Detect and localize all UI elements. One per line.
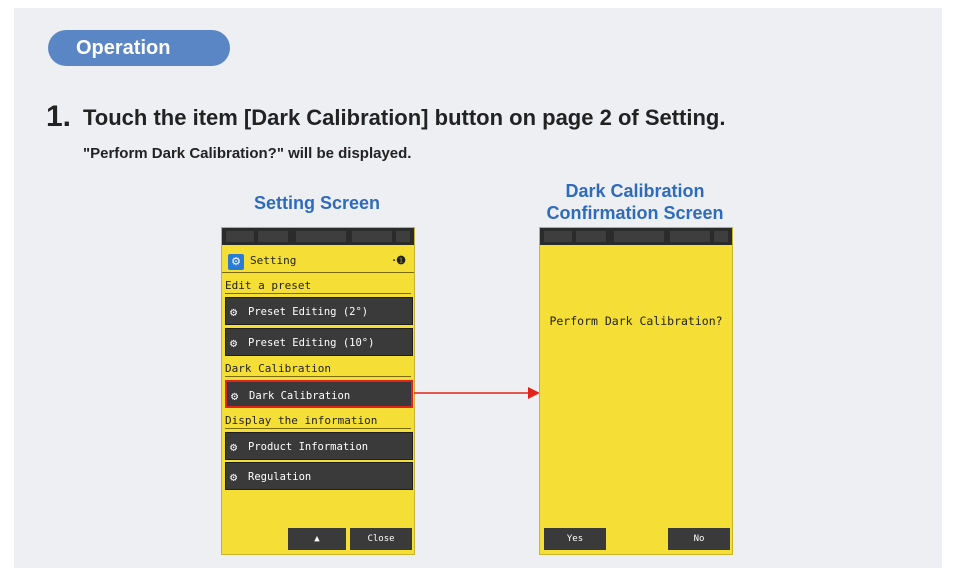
confirm-caption-line1: Dark Calibration <box>565 181 705 201</box>
section-edit-preset: Edit a preset <box>225 278 411 294</box>
section-dark-calibration: Dark Calibration <box>225 361 411 377</box>
button-label: Product Information <box>248 441 369 453</box>
dark-calibration-button[interactable]: ⚙ Dark Calibration <box>225 380 413 408</box>
yes-button[interactable]: Yes <box>544 528 606 550</box>
setting-header: ⚙ Setting ·❶ <box>222 251 414 273</box>
button-label: Regulation <box>248 471 312 483</box>
gear-icon: ⚙ <box>231 389 239 403</box>
gear-icon: ⚙ <box>230 336 238 350</box>
step-title: Touch the item [Dark Calibration] button… <box>83 105 726 130</box>
regulation-button[interactable]: ⚙ Regulation <box>225 462 413 490</box>
preset-editing-2-button[interactable]: ⚙ Preset Editing (2°) <box>225 297 413 325</box>
page-up-button[interactable]: ▲ <box>288 528 346 550</box>
content-panel <box>14 8 942 568</box>
gear-icon: ⚙ <box>230 440 238 454</box>
arrow-right-icon <box>414 387 540 399</box>
gear-icon: ⚙ <box>230 305 238 319</box>
setting-header-title: Setting <box>250 254 297 267</box>
button-label: Dark Calibration <box>249 390 351 402</box>
section-display-info: Display the information <box>225 413 411 429</box>
setting-screen-caption: Setting Screen <box>253 193 381 213</box>
confirm-caption-line2: Confirmation Screen <box>546 203 724 223</box>
step-subtitle: "Perform Dark Calibration?" will be disp… <box>83 145 412 162</box>
close-button[interactable]: Close <box>350 528 412 550</box>
setting-screen: ⚙ Setting ·❶ Edit a preset ⚙ Preset Edit… <box>221 227 415 555</box>
confirm-message: Perform Dark Calibration? <box>549 314 723 328</box>
button-label: Preset Editing (2°) <box>248 306 369 318</box>
operation-badge: Operation <box>48 30 230 66</box>
step-number: 1. <box>46 100 72 133</box>
help-icon[interactable]: ·❶ <box>392 254 406 267</box>
status-bar <box>540 228 732 245</box>
status-bar <box>222 228 414 245</box>
setting-icon: ⚙ <box>228 254 244 270</box>
preset-editing-10-button[interactable]: ⚙ Preset Editing (10°) <box>225 328 413 356</box>
product-information-button[interactable]: ⚙ Product Information <box>225 432 413 460</box>
no-button[interactable]: No <box>668 528 730 550</box>
button-label: Preset Editing (10°) <box>248 337 375 349</box>
confirm-screen: Perform Dark Calibration? Yes No <box>539 227 733 555</box>
gear-icon: ⚙ <box>230 470 238 484</box>
confirm-screen-caption: Dark Calibration Confirmation Screen <box>514 180 756 224</box>
